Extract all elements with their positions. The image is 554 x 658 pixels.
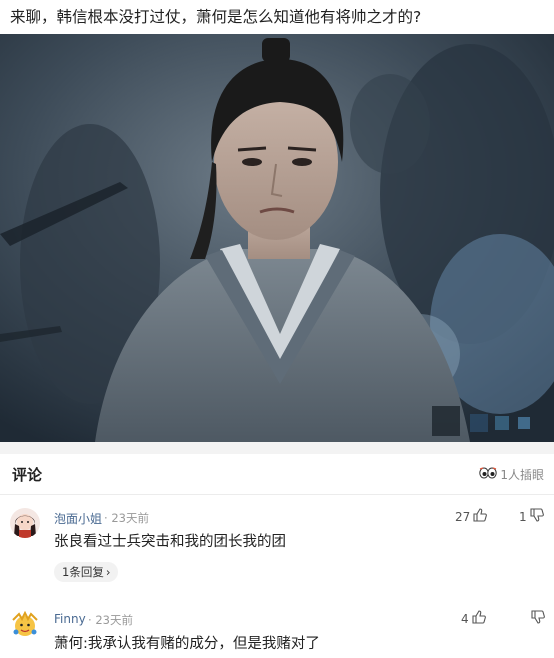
chevron-right-icon: › xyxy=(105,565,111,579)
dislike-count: 1 xyxy=(519,509,527,524)
reply-count-label: 1条回复 xyxy=(62,565,104,579)
drama-still-image xyxy=(0,34,554,442)
username[interactable]: 泡面小姐 xyxy=(54,510,102,527)
section-divider xyxy=(0,442,554,454)
eye-mark-summary[interactable]: 1人插眼 xyxy=(479,466,544,483)
avatar[interactable] xyxy=(10,508,40,538)
timestamp-text: 23天前 xyxy=(95,613,133,627)
timestamp: · 23天前 xyxy=(88,613,133,627)
thumbs-up-icon xyxy=(472,610,486,627)
avatar[interactable] xyxy=(10,610,40,640)
like-button[interactable]: 4 xyxy=(461,610,486,627)
post-image[interactable] xyxy=(0,34,554,442)
eye-mark-count: 1人插眼 xyxy=(500,468,544,482)
dislike-button[interactable]: 1 xyxy=(519,508,544,525)
thumbs-down-icon xyxy=(531,610,545,627)
eyes-icon xyxy=(479,467,498,482)
thumbs-down-icon xyxy=(530,508,544,525)
comment-item: Finny · 23天前 萧何:我承认我有赌的成分，但是我赌对了 4 xyxy=(0,610,554,658)
comment-text: 萧何:我承认我有赌的成分，但是我赌对了 xyxy=(54,636,320,652)
comments-header: 评论 1人插眼 xyxy=(0,454,554,495)
timestamp-text: 23天前 xyxy=(111,511,149,525)
thumbs-up-icon xyxy=(473,508,488,525)
timestamp: · 23天前 xyxy=(104,511,149,525)
view-replies-button[interactable]: 1条回复 › xyxy=(54,562,119,582)
comment-item: 泡面小姐 · 23天前 张良看过士兵突击和我的团长我的团 27 1 1条回复 › xyxy=(0,508,554,588)
like-button[interactable]: 27 xyxy=(455,508,488,525)
post-title: 来聊，韩信根本没打过仗，萧何是怎么知道他有将帅之才的? xyxy=(10,8,422,26)
comments-title: 评论 xyxy=(12,466,43,484)
username[interactable]: Finny xyxy=(54,612,86,626)
dislike-button[interactable] xyxy=(528,610,545,627)
like-count: 4 xyxy=(461,611,469,626)
comment-text: 张良看过士兵突击和我的团长我的团 xyxy=(54,534,286,550)
like-count: 27 xyxy=(455,509,471,524)
